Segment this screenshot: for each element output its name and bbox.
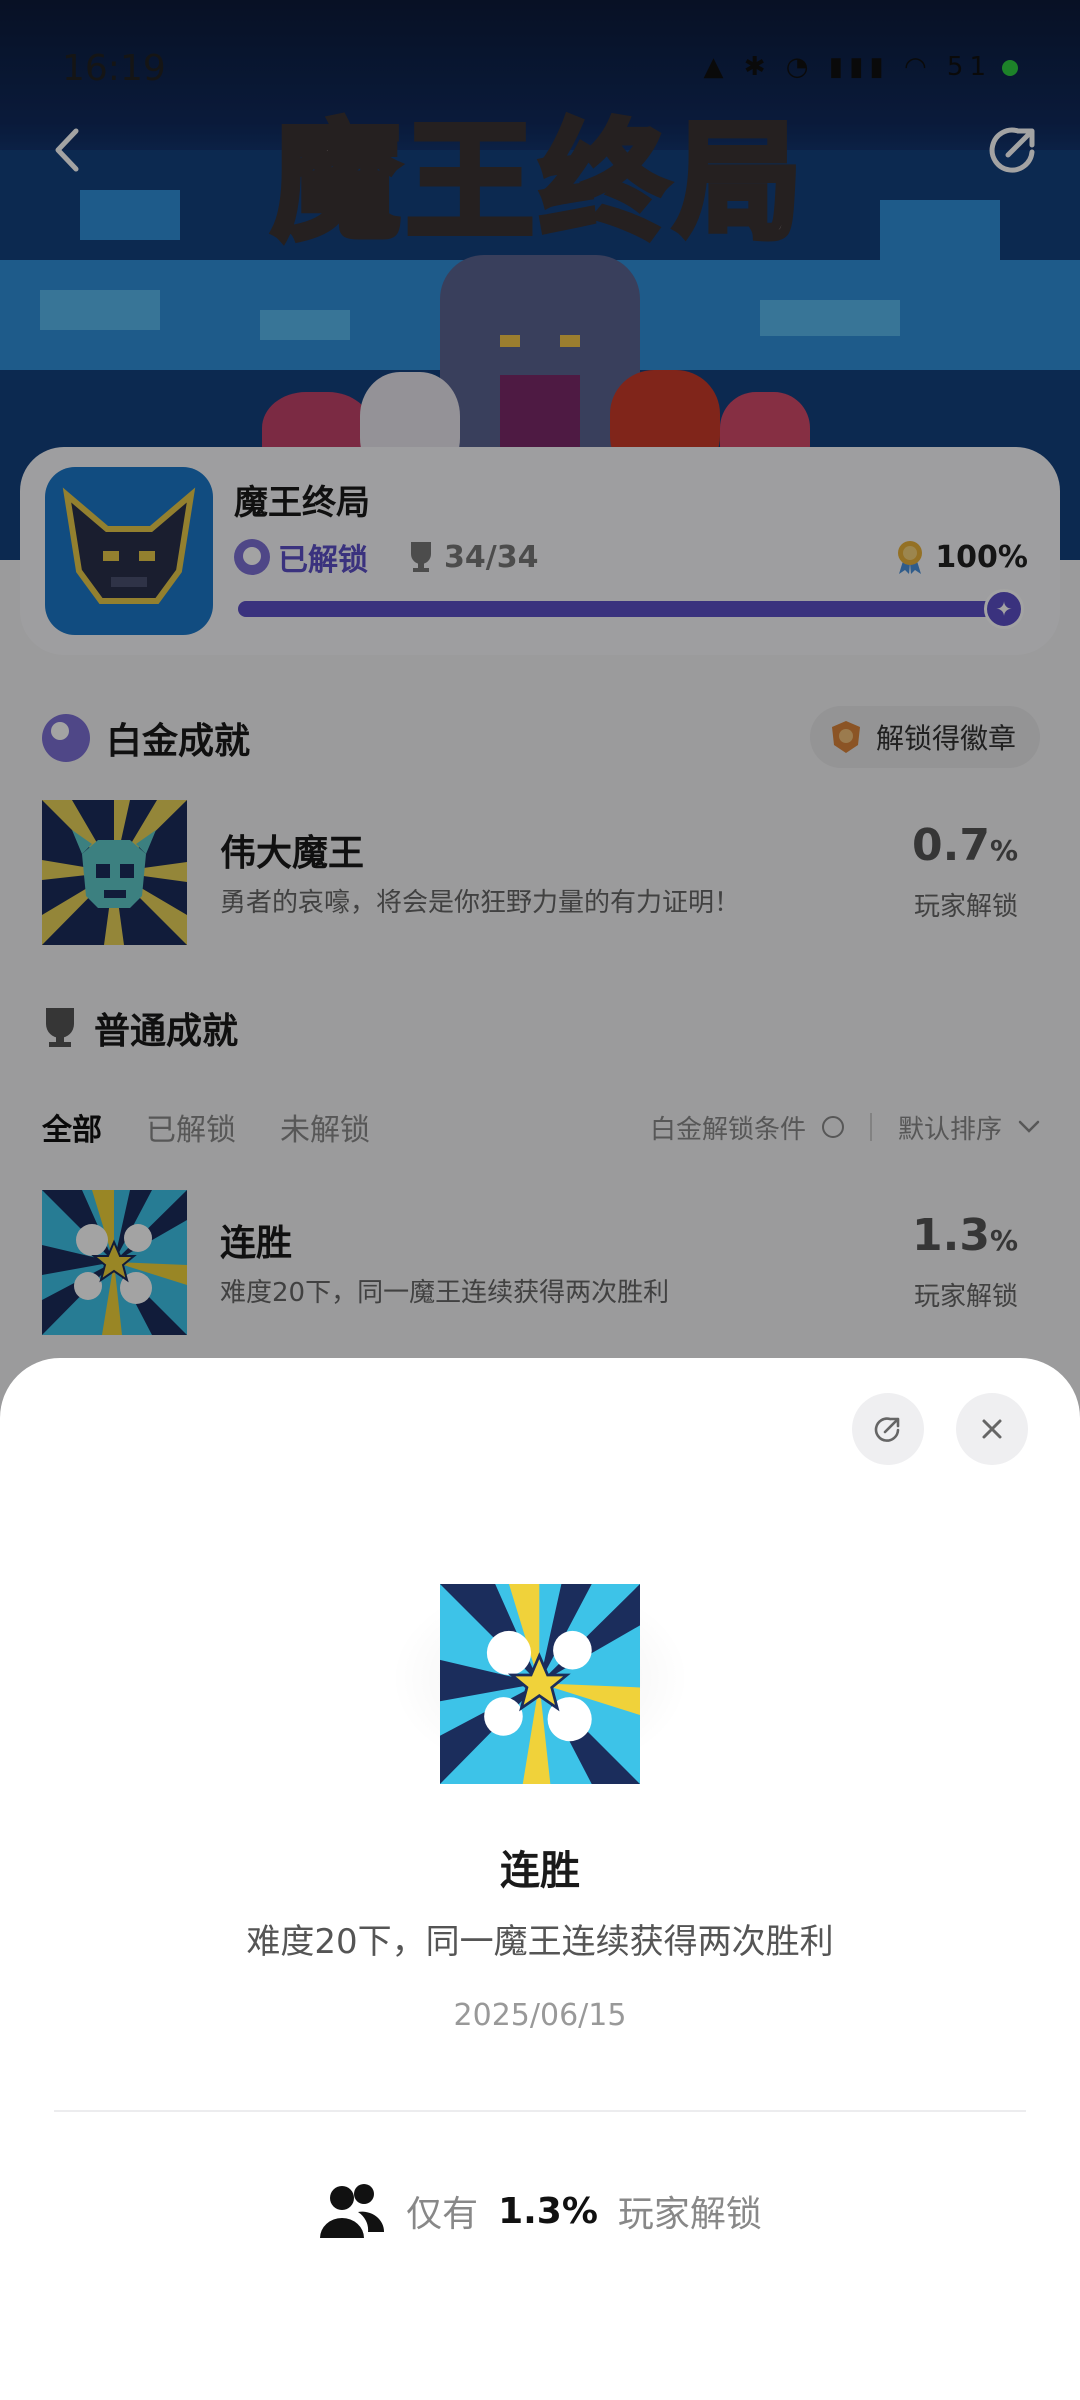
share-icon	[874, 1417, 900, 1442]
sheet-unlock-stat: 仅有 1.3% 玩家解锁	[0, 2176, 1080, 2246]
sheet-close-button[interactable]	[956, 1393, 1028, 1465]
sheet-divider	[54, 2110, 1026, 2112]
sheet-unlock-date: 2025/06/15	[453, 1998, 627, 2033]
stat-value: 1.3%	[498, 2190, 598, 2232]
users-icon	[320, 2184, 385, 2238]
sheet-share-button[interactable]	[852, 1393, 924, 1465]
close-icon	[982, 1419, 1002, 1439]
sheet-achievement-title: 连胜	[500, 1848, 580, 1894]
stat-suffix: 玩家解锁	[617, 2194, 762, 2235]
stat-prefix: 仅有	[406, 2194, 479, 2235]
sheet-achievement-description: 难度20下，同一魔王连续获得两次胜利	[246, 1922, 834, 1962]
achievement-detail-sheet: 连胜 难度20下，同一魔王连续获得两次胜利 2025/06/15 仅有 1.3%…	[0, 1358, 1080, 2400]
sheet-achievement-image	[440, 1584, 640, 1784]
